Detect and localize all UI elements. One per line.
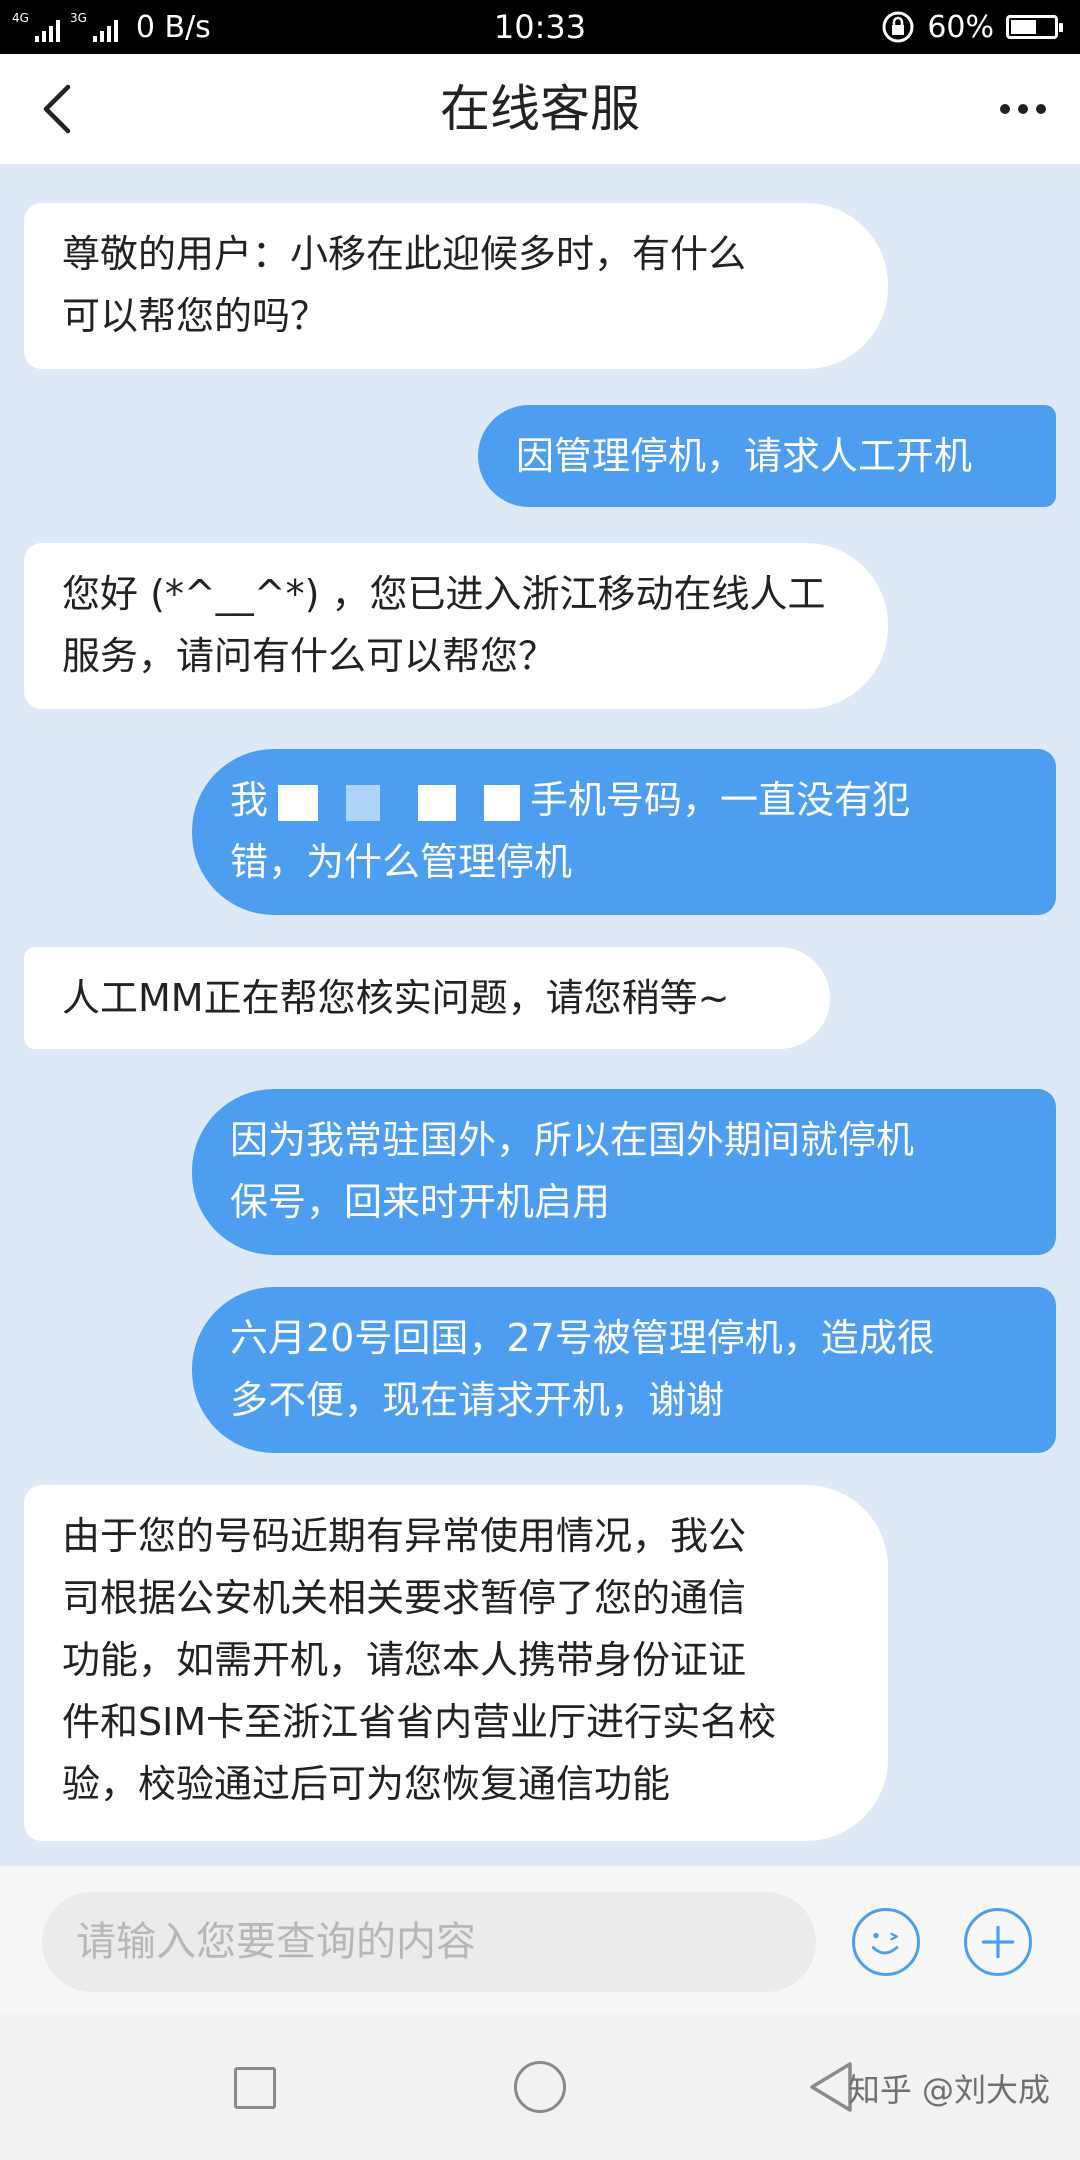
message-line: 六月20号回国，27号被管理停机，造成很 bbox=[230, 1316, 935, 1360]
message-line: 多不便，现在请求开机，谢谢 bbox=[230, 1378, 725, 1422]
user-message: 六月20号回国，27号被管理停机，造成很 多不便，现在请求开机，谢谢 bbox=[192, 1287, 1056, 1453]
chat-message-list[interactable]: 尊敬的用户：小移在此迎候多时，有什么 可以帮您的吗？ 因管理停机，请求人工开机 … bbox=[0, 165, 1080, 1865]
emoji-icon[interactable] bbox=[852, 1908, 920, 1976]
rotation-lock-icon bbox=[882, 11, 914, 43]
system-nav-bar: 知乎 @刘大成 bbox=[0, 2015, 1080, 2160]
message-line: 因为我常驻国外，所以在国外期间就停机 bbox=[230, 1118, 915, 1162]
battery-icon bbox=[1006, 15, 1063, 39]
message-line: 件和SIM卡至浙江省省内营业厅进行实名校 bbox=[62, 1700, 777, 1744]
user-message: 因管理停机，请求人工开机 bbox=[478, 405, 1056, 507]
battery-fill bbox=[1011, 20, 1036, 34]
message-line: 错，为什么管理停机 bbox=[230, 840, 573, 884]
message-text: 我 bbox=[230, 778, 269, 822]
message-text: 手机号码，一直没有犯 bbox=[530, 778, 911, 822]
status-left: 4G 3G 0 B/s bbox=[12, 0, 211, 54]
signal-group-1: 4G bbox=[12, 12, 60, 42]
agent-message: 您好 (*^__^*) ，您已进入浙江移动在线人工 服务，请问有什么可以帮您？ bbox=[24, 543, 888, 709]
message-line: 保号，回来时开机启用 bbox=[230, 1180, 611, 1224]
net-speed: 0 B/s bbox=[135, 9, 211, 45]
message-line: 可以帮您的吗？ bbox=[62, 294, 329, 338]
more-horizontal-icon[interactable] bbox=[988, 84, 1058, 134]
battery-percent: 60% bbox=[927, 9, 994, 45]
signal-strength-icon-2 bbox=[92, 18, 118, 42]
user-message: 因为我常驻国外，所以在国外期间就停机 保号，回来时开机启用 bbox=[192, 1089, 1056, 1255]
agent-message: 人工MM正在帮您核实问题，请您稍等~ bbox=[24, 947, 830, 1049]
status-right: 60% bbox=[881, 0, 1063, 54]
message-line: 尊敬的用户：小移在此迎候多时，有什么 bbox=[62, 232, 747, 276]
agent-message: 由于您的号码近期有异常使用情况，我公 司根据公安机关相关要求暂停了您的通信 功能… bbox=[24, 1485, 888, 1841]
recent-apps-icon[interactable] bbox=[234, 2067, 276, 2109]
signal-group-2: 3G bbox=[70, 12, 118, 42]
chevron-left-icon[interactable] bbox=[30, 79, 90, 139]
page-title: 在线客服 bbox=[440, 80, 640, 138]
message-line: 功能，如需开机，请您本人携带身份证证 bbox=[62, 1638, 747, 1682]
home-icon[interactable] bbox=[514, 2061, 566, 2113]
watermark: 知乎 @刘大成 bbox=[847, 2071, 1050, 2109]
message-line: 验，校验通过后可为您恢复通信功能 bbox=[62, 1762, 671, 1806]
redacted-phone-number bbox=[268, 783, 530, 823]
network-type-label-2: 3G bbox=[69, 11, 87, 25]
signal-strength-icon bbox=[34, 18, 60, 42]
input-bar: 请输入您要查询的内容 bbox=[0, 1865, 1080, 2016]
message-line: 服务，请问有什么可以帮您？ bbox=[62, 634, 557, 678]
user-message: 我 手机号码，一直没有犯 错，为什么管理停机 bbox=[192, 749, 1056, 915]
agent-message: 尊敬的用户：小移在此迎候多时，有什么 可以帮您的吗？ bbox=[24, 203, 888, 369]
chat-header: 在线客服 bbox=[0, 54, 1080, 165]
plus-icon[interactable] bbox=[964, 1908, 1032, 1976]
message-line: 人工MM正在帮您核实问题，请您稍等~ bbox=[62, 976, 730, 1020]
message-line: 司根据公安机关相关要求暂停了您的通信 bbox=[62, 1576, 747, 1620]
status-bar: 4G 3G 0 B/s 10:33 60% bbox=[0, 0, 1080, 54]
message-line: 因管理停机，请求人工开机 bbox=[516, 434, 973, 478]
search-input[interactable]: 请输入您要查询的内容 bbox=[42, 1892, 816, 1992]
network-type-label: 4G bbox=[12, 11, 29, 25]
message-line: 我 手机号码，一直没有犯 bbox=[230, 769, 1018, 831]
message-line: 您好 (*^__^*) ，您已进入浙江移动在线人工 bbox=[62, 572, 826, 616]
message-line: 由于您的号码近期有异常使用情况，我公 bbox=[62, 1514, 747, 1558]
